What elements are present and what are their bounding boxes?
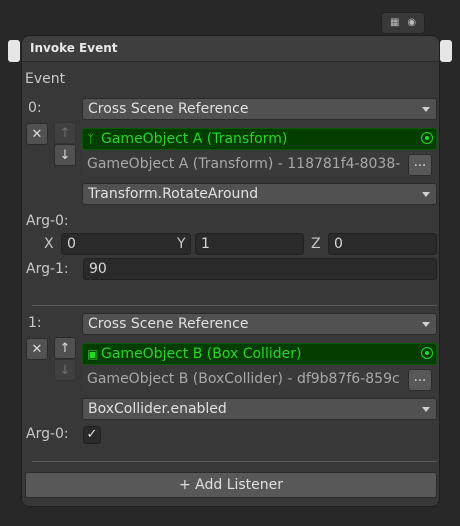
listener-0-method-value: Transform.RotateAround [88, 186, 259, 202]
listener-1-index: 1: [28, 315, 42, 331]
node-header[interactable]: Invoke Event [22, 36, 439, 62]
listener-0-reference-field: GameObject A (Transform) - 118781f4-8038… [82, 152, 432, 176]
invoke-event-node: Invoke Event Event 0: Cross Scene Refere… [21, 35, 440, 507]
listener-1-reference-browse-button[interactable]: ... [408, 369, 432, 391]
listener-1-arg0-checkbox[interactable]: ✓ [83, 426, 101, 444]
add-listener-button[interactable]: + Add Listener [25, 472, 437, 498]
list-end-divider [32, 461, 437, 462]
listener-0-arg1-label: Arg-1: [26, 261, 69, 277]
remove-listener-1-button[interactable]: ✕ [26, 338, 48, 360]
listener-1-mode-value: Cross Scene Reference [88, 316, 249, 332]
listener-0-arg0-label: Arg-0: [26, 213, 69, 229]
event-label: Event [25, 71, 66, 87]
listener-1-object-name: GameObject B (Box Collider) [101, 346, 302, 362]
vector-y-label: Y [177, 236, 186, 252]
listener-0-object-name: GameObject A (Transform) [101, 131, 288, 147]
listener-0-mode-value: Cross Scene Reference [88, 101, 249, 117]
chevron-down-icon [422, 407, 430, 412]
move-down-listener-1-button[interactable]: ↓ [54, 359, 76, 381]
listener-divider [32, 305, 437, 306]
listener-0-index: 0: [28, 100, 42, 116]
listener-1-arg0-label: Arg-0: [26, 426, 69, 442]
listener-0-mode-dropdown[interactable]: Cross Scene Reference [82, 98, 437, 120]
chevron-down-icon [422, 192, 430, 197]
listener-0-method-dropdown[interactable]: Transform.RotateAround [82, 183, 437, 205]
vector-x-label: X [44, 236, 54, 252]
listener-1-method-value: BoxCollider.enabled [88, 401, 227, 417]
right-port-handle[interactable] [440, 40, 452, 62]
listener-0-object-field[interactable]: ᛉ GameObject A (Transform) [82, 128, 437, 150]
vector-x-input[interactable]: 0 [61, 233, 191, 255]
vector-y-input[interactable]: 1 [195, 233, 304, 255]
vector-z-label: Z [311, 236, 321, 252]
node-title: Invoke Event [30, 41, 118, 55]
listener-1-mode-dropdown[interactable]: Cross Scene Reference [82, 313, 437, 335]
left-port-handle[interactable] [8, 40, 20, 62]
chevron-down-icon [422, 107, 430, 112]
listener-1-object-field[interactable]: ▣ GameObject B (Box Collider) [82, 343, 437, 365]
listener-1-reference-field: GameObject B (BoxCollider) - df9b87f6-85… [82, 367, 432, 391]
target-icon[interactable]: ◉ [407, 18, 416, 28]
chevron-down-icon [422, 322, 430, 327]
listener-0-reference-browse-button[interactable]: ... [408, 154, 432, 176]
transform-icon: ᛉ [87, 132, 95, 146]
move-up-listener-1-button[interactable]: ↑ [54, 337, 76, 359]
vector-z-input[interactable]: 0 [328, 233, 437, 255]
object-picker-icon[interactable] [421, 347, 433, 359]
object-picker-icon[interactable] [421, 132, 433, 144]
listener-1-method-dropdown[interactable]: BoxCollider.enabled [82, 398, 437, 420]
remove-listener-0-button[interactable]: ✕ [26, 123, 48, 145]
move-up-listener-0-button[interactable]: ↑ [54, 122, 76, 144]
listener-0-arg1-input[interactable]: 90 [83, 258, 437, 280]
listener-0-reference-text: GameObject A (Transform) - 118781f4-8038… [87, 156, 401, 172]
script-icon[interactable]: ▦ [390, 18, 399, 28]
listener-1-reference-text: GameObject B (BoxCollider) - df9b87f6-85… [87, 371, 400, 387]
cube-icon: ▣ [87, 347, 99, 361]
move-down-listener-0-button[interactable]: ↓ [54, 144, 76, 166]
node-toolbar: ▦ ◉ [381, 12, 425, 34]
